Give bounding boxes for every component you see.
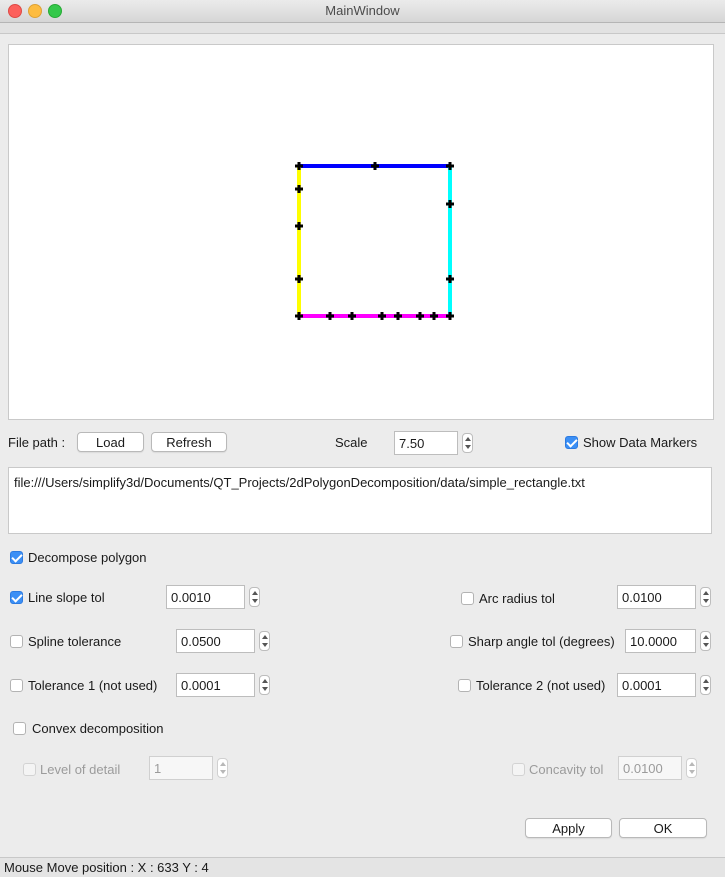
file-path-text: file:///Users/simplify3d/Documents/QT_Pr… xyxy=(14,475,585,490)
show-data-markers-label: Show Data Markers xyxy=(583,435,698,450)
arc-radius-input[interactable] xyxy=(617,585,696,609)
scale-label: Scale xyxy=(335,435,368,450)
ok-button[interactable]: OK xyxy=(619,818,707,838)
status-bar: Mouse Move position : X : 633 Y : 4 xyxy=(0,857,725,877)
data-markers xyxy=(295,162,454,320)
tolerance-1-checkbox[interactable] xyxy=(10,679,23,692)
refresh-button[interactable]: Refresh xyxy=(151,432,227,452)
data-marker xyxy=(373,162,377,170)
sharp-angle-input[interactable] xyxy=(625,629,696,653)
decompose-polygon-label: Decompose polygon xyxy=(28,550,147,565)
concavity-tol-stepper-icon xyxy=(686,758,697,778)
toolbar-strip xyxy=(0,23,725,34)
spline-tolerance-input[interactable] xyxy=(176,629,255,653)
spline-tolerance-label: Spline tolerance xyxy=(28,634,122,649)
tolerance-1-stepper-icon[interactable] xyxy=(259,675,270,695)
load-button[interactable]: Load xyxy=(77,432,144,452)
concavity-tol-label: Concavity tol xyxy=(529,762,604,777)
sharp-angle-checkbox[interactable] xyxy=(450,635,463,648)
data-marker xyxy=(297,275,301,283)
mouse-position-status: Mouse Move position : X : 633 Y : 4 xyxy=(4,860,209,875)
level-of-detail-stepper-icon xyxy=(217,758,228,778)
concavity-tol-input xyxy=(618,756,682,780)
data-marker xyxy=(380,312,384,320)
decompose-polygon-checkbox[interactable] xyxy=(10,551,23,564)
title-bar: MainWindow xyxy=(0,0,725,23)
arc-radius-stepper-icon[interactable] xyxy=(700,587,711,607)
spline-tolerance-checkbox[interactable] xyxy=(10,635,23,648)
data-marker xyxy=(297,312,301,320)
sharp-angle-label: Sharp angle tol (degrees) xyxy=(468,634,615,649)
scale-stepper-icon[interactable] xyxy=(462,433,473,453)
tolerance-2-input[interactable] xyxy=(617,673,696,697)
tolerance-1-input[interactable] xyxy=(176,673,255,697)
arc-radius-checkbox[interactable] xyxy=(461,592,474,605)
line-slope-checkbox[interactable] xyxy=(10,591,23,604)
data-marker xyxy=(297,222,301,230)
data-marker xyxy=(448,162,452,170)
line-slope-input[interactable] xyxy=(166,585,245,609)
level-of-detail-input xyxy=(149,756,213,780)
show-data-markers-checkbox[interactable] xyxy=(565,436,578,449)
apply-button[interactable]: Apply xyxy=(525,818,612,838)
tolerance-2-label: Tolerance 2 (not used) xyxy=(476,678,606,693)
file-path-label: File path : xyxy=(8,435,66,450)
convex-decomposition-checkbox[interactable] xyxy=(13,722,26,735)
line-slope-stepper-icon[interactable] xyxy=(249,587,260,607)
file-path-textbox[interactable]: file:///Users/simplify3d/Documents/QT_Pr… xyxy=(8,467,712,534)
data-marker xyxy=(328,312,332,320)
tolerance-2-checkbox[interactable] xyxy=(458,679,471,692)
data-marker xyxy=(297,185,301,193)
concavity-tol-checkbox xyxy=(512,763,525,776)
data-marker xyxy=(396,312,400,320)
spline-tolerance-stepper-icon[interactable] xyxy=(259,631,270,651)
data-marker xyxy=(418,312,422,320)
line-slope-label: Line slope tol xyxy=(28,590,105,605)
scale-input[interactable] xyxy=(394,431,458,455)
window-title: MainWindow xyxy=(325,3,400,18)
tolerance-1-label: Tolerance 1 (not used) xyxy=(28,678,158,693)
arc-radius-label: Arc radius tol xyxy=(479,591,555,606)
level-of-detail-checkbox xyxy=(23,763,36,776)
data-marker xyxy=(350,312,354,320)
level-of-detail-label: Level of detail xyxy=(40,762,121,777)
polygon-drawing xyxy=(295,162,454,320)
polygon-canvas[interactable] xyxy=(8,44,714,420)
data-marker xyxy=(448,200,452,208)
tolerance-2-stepper-icon[interactable] xyxy=(700,675,711,695)
data-marker xyxy=(432,312,436,320)
data-marker xyxy=(448,312,452,320)
data-marker xyxy=(448,275,452,283)
convex-decomposition-label: Convex decomposition xyxy=(32,721,164,736)
sharp-angle-stepper-icon[interactable] xyxy=(700,631,711,651)
data-marker xyxy=(297,162,301,170)
